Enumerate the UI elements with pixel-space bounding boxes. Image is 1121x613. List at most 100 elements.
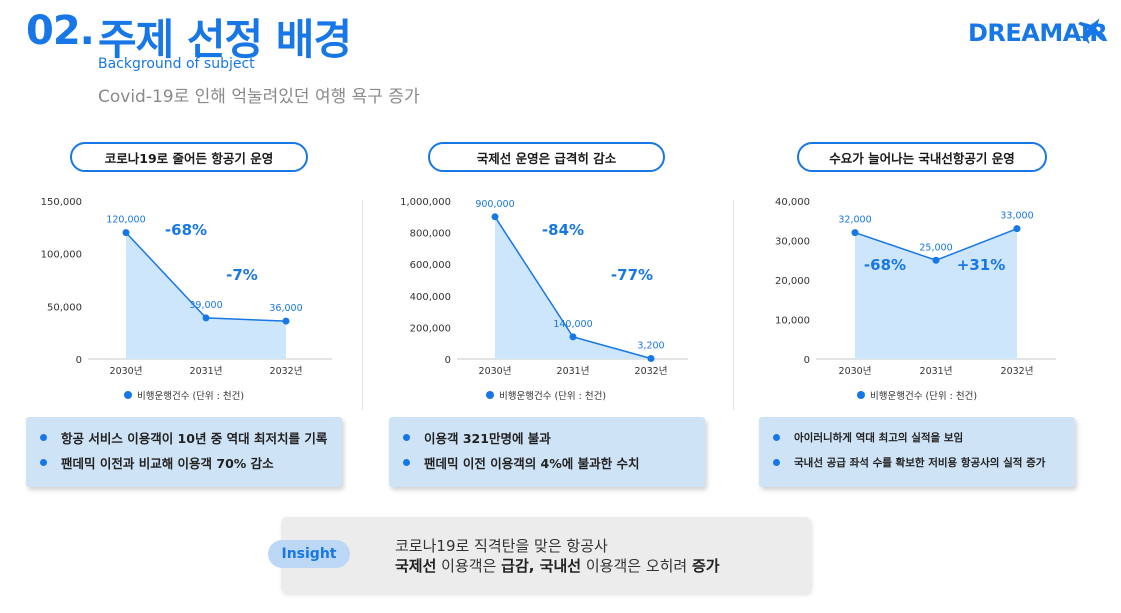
change-annotation: -68% <box>165 221 207 239</box>
data-label: 32,000 <box>838 215 871 226</box>
y-tick-label: 600,000 <box>410 260 451 271</box>
data-label: 25,000 <box>919 242 952 253</box>
y-tick-label: 100,000 <box>41 250 82 261</box>
data-label: 36,000 <box>269 303 302 314</box>
note-text: 이용객 321만명에 불과 <box>424 431 551 446</box>
panel-3-label: 수요가 늘어나는 국내선항공기 운영 <box>797 142 1047 172</box>
note-text: 팬데믹 이전 이용객의 4%에 불과한 수치 <box>424 456 640 471</box>
insight-emphasis-international: 국제선 <box>395 557 437 575</box>
bullet-icon <box>40 434 47 441</box>
x-tick-label: 2030년 <box>110 366 143 377</box>
chart-2-svg: 0 200,000 400,000 600,000 800,000 1,000,000 90… <box>400 197 688 377</box>
y-tick-label: 1,000,000 <box>400 197 451 208</box>
insight-line-2: 국제선 이용객은 급감, 국내선 이용객은 오히려 증가 <box>395 555 720 576</box>
panel-1-notes: 항공 서비스 이용객이 10년 중 역대 최저치를 기록 팬데믹 이전과 비교해… <box>26 417 342 487</box>
bullet-icon <box>403 434 410 441</box>
legend-label: 비행운행건수 (단위 : 천건) <box>137 391 245 402</box>
insight-line-1: 코로나19로 직격탄을 맞은 항공사 <box>395 537 608 555</box>
chart-1-legend: 비행운행건수 (단위 : 천건) <box>124 388 244 402</box>
note-text: 국내선 공급 좌석 수를 확보한 저비용 항공사의 실적 증가 <box>794 457 1046 469</box>
panel-1-label: 코로나19로 줄어든 항공기 운영 <box>70 142 308 172</box>
x-tick-label: 2032년 <box>1001 366 1034 377</box>
list-item: 팬데믹 이전 이용객의 4%에 불과한 수치 <box>403 450 691 475</box>
chart-1: 0 50,000 100,000 150,000 120,000 2030년 39,000 2… <box>20 190 340 384</box>
divider-2 <box>733 200 734 410</box>
x-tick-label: 2032년 <box>270 366 303 377</box>
bullet-icon <box>403 459 410 466</box>
insight-label: Insight <box>268 540 350 568</box>
data-label: 140,000 <box>553 319 592 330</box>
y-tick-label: 30,000 <box>775 237 810 248</box>
data-point <box>122 229 130 237</box>
chart-3: 0 10,000 20,000 30,000 40,000 32,000 2030년 25,0… <box>750 190 1070 384</box>
y-tick-label: 800,000 <box>410 229 451 240</box>
y-tick-label: 200,000 <box>410 323 451 334</box>
change-annotation: -84% <box>542 221 584 239</box>
y-tick-label: 50,000 <box>47 302 82 313</box>
insight-emphasis-decrease: 급감, 국내선 <box>501 557 582 575</box>
x-tick-label: 2031년 <box>557 366 590 377</box>
data-point <box>851 229 859 237</box>
x-tick-label: 2031년 <box>190 366 223 377</box>
y-tick-label: 400,000 <box>410 292 451 303</box>
data-point <box>202 314 210 322</box>
dreamair-logo: DREAMAIR <box>968 14 1118 54</box>
legend-dot-icon <box>486 391 494 399</box>
airplane-icon <box>1078 18 1103 44</box>
chart-1-svg: 0 50,000 100,000 150,000 120,000 2030년 39,000 2… <box>41 197 332 377</box>
divider-1 <box>362 200 363 410</box>
list-item: 항공 서비스 이용객이 10년 중 역대 최저치를 기록 <box>40 425 328 450</box>
x-tick-label: 2031년 <box>920 366 953 377</box>
list-item: 이용객 321만명에 불과 <box>403 425 691 450</box>
chart-3-svg: 0 10,000 20,000 30,000 40,000 32,000 2030년 25,0… <box>775 197 1056 377</box>
panel-3-notes: 아이러니하게 역대 최고의 실적을 보임 국내선 공급 좌석 수를 확보한 저비… <box>759 417 1075 487</box>
data-point <box>1013 225 1021 233</box>
bullet-icon <box>773 459 780 466</box>
subtitle-english: Background of subject <box>98 56 255 72</box>
change-annotation: +31% <box>957 256 1005 274</box>
data-label: 120,000 <box>106 215 145 226</box>
insight-text: 이용객은 오히려 <box>581 557 692 575</box>
data-point <box>569 333 577 341</box>
panel-2-label: 국제선 운영은 급격히 감소 <box>428 142 665 172</box>
data-label: 3,200 <box>637 340 664 351</box>
note-text: 아이러니하게 역대 최고의 실적을 보임 <box>794 432 964 444</box>
note-text: 팬데믹 이전과 비교해 이용객 70% 감소 <box>61 456 274 471</box>
bullet-icon <box>40 459 47 466</box>
y-tick-label: 0 <box>76 355 82 366</box>
chart-3-legend: 비행운행건수 (단위 : 천건) <box>857 388 977 402</box>
y-tick-label: 10,000 <box>775 316 810 327</box>
data-point <box>932 256 940 264</box>
y-tick-label: 150,000 <box>41 197 82 208</box>
note-text: 항공 서비스 이용객이 10년 중 역대 최저치를 기록 <box>61 431 328 446</box>
legend-dot-icon <box>857 391 865 399</box>
insight-text: 이용객은 <box>436 557 502 575</box>
list-item: 국내선 공급 좌석 수를 확보한 저비용 항공사의 실적 증가 <box>773 450 1061 475</box>
legend-label: 비행운행건수 (단위 : 천건) <box>499 391 607 402</box>
x-tick-label: 2032년 <box>635 366 668 377</box>
insight-emphasis-increase: 증가 <box>691 557 720 575</box>
section-number: 02. <box>26 8 95 54</box>
list-item: 팬데믹 이전과 비교해 이용객 70% 감소 <box>40 450 328 475</box>
legend-dot-icon <box>124 391 132 399</box>
legend-label: 비행운행건수 (단위 : 천건) <box>870 391 978 402</box>
data-point <box>647 354 655 362</box>
panel-2-notes: 이용객 321만명에 불과 팬데믹 이전 이용객의 4%에 불과한 수치 <box>389 417 705 487</box>
data-label: 39,000 <box>189 300 222 311</box>
y-tick-label: 40,000 <box>775 197 810 208</box>
data-label: 900,000 <box>475 199 514 210</box>
y-tick-label: 0 <box>445 355 451 366</box>
insight-box: Insight 코로나19로 직격탄을 맞은 항공사 국제선 이용객은 급감, … <box>268 517 811 593</box>
list-item: 아이러니하게 역대 최고의 실적을 보임 <box>773 425 1061 450</box>
data-point <box>282 317 290 325</box>
y-tick-label: 20,000 <box>775 276 810 287</box>
data-label: 33,000 <box>1000 211 1033 222</box>
area-fill <box>126 232 286 359</box>
change-annotation: -77% <box>611 266 653 284</box>
chart-2: 0 200,000 400,000 600,000 800,000 1,000,000 90… <box>385 190 705 384</box>
chart-2-legend: 비행운행건수 (단위 : 천건) <box>486 388 606 402</box>
subtitle-korean: Covid-19로 인해 억눌려있던 여행 욕구 증가 <box>98 87 420 107</box>
change-annotation: -7% <box>226 266 258 284</box>
bullet-icon <box>773 434 780 441</box>
y-tick-label: 0 <box>804 355 810 366</box>
